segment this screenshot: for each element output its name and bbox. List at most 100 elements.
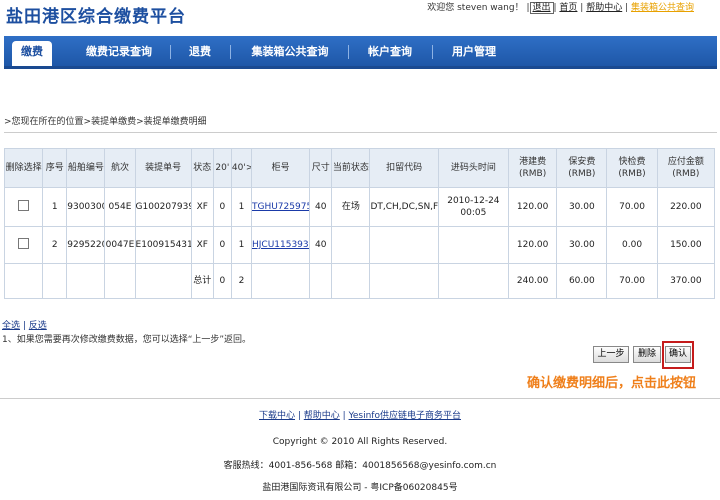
current-status-cell [331, 226, 371, 264]
site-logo: 盐田港区综合缴费平台 [6, 7, 186, 27]
status-cell: XF [190, 187, 214, 227]
delete-select-cell [3, 226, 44, 264]
container-cell: HJCU1153938 [250, 226, 311, 264]
selection-links: 全选 | 反选 [2, 321, 47, 331]
gate-in-time-cell: 2010-12-24 00:05 [437, 187, 510, 227]
previous-step-button[interactable]: 上一步 [593, 346, 629, 363]
download-center-link[interactable]: 下载中心 [259, 411, 295, 421]
top-bar: 盐田港区综合缴费平台 欢迎您 steven wang！ | 退出 | 首页 | 帮助… [0, 0, 720, 34]
col-header: 20' [212, 148, 232, 188]
note-text: 1、如果您需要再次修改缴费数据，您可以选择“上一步”返回。 [2, 335, 252, 345]
seq-cell: 2 [42, 226, 68, 264]
port-fee-cell: 120.00 [508, 226, 558, 264]
col-header: 航次 [104, 148, 136, 188]
col-header: 装提单号 [134, 148, 192, 188]
nav-divider [348, 45, 349, 59]
logout-link[interactable]: 退出 [529, 2, 554, 14]
username: steven wang！ [457, 3, 524, 13]
total-c20: 0 [212, 263, 232, 299]
voyage-cell: 0047E [104, 226, 136, 264]
select-all-link[interactable]: 全选 [2, 321, 20, 331]
row-checkbox[interactable] [18, 237, 30, 249]
amount-due-cell: 150.00 [656, 226, 716, 264]
nav-divider [230, 45, 231, 59]
help-link[interactable]: 帮助中心 [586, 3, 622, 13]
security-fee-cell: 30.00 [556, 187, 608, 227]
total-label: 总计 [190, 263, 214, 299]
footer-divider [0, 398, 720, 399]
hotline: 客服热线：4001-856-568 邮箱：4001856568@yesinfo.… [223, 461, 497, 471]
nav-divider [432, 45, 433, 59]
inspection-fee-cell: 0.00 [606, 226, 658, 264]
company-info: 盐田港国际资讯有限公司 - 粤ICP备06020845号 [262, 483, 458, 493]
current-status-cell: 在场 [331, 187, 371, 227]
row-checkbox[interactable] [18, 199, 30, 211]
col-header: 柜号 [250, 148, 311, 188]
delete-button[interactable]: 删除 [633, 346, 661, 363]
welcome-text: 欢迎您 [427, 3, 455, 13]
inspection-fee-cell: 70.00 [606, 187, 658, 227]
hold-code-cell: DT,CH,DC,SN,FC [369, 187, 439, 227]
footer-links: 下载中心 | 帮助中心 | Yesinfo供应链电子商务平台 [259, 411, 461, 421]
col-header: 删除选择 [3, 148, 44, 188]
delete-select-cell [3, 187, 44, 227]
col-header: 快检费(RMB) [606, 148, 658, 188]
table-row: 1 9300300 054E G1002079397 XF 0 1 TGHU72… [3, 187, 716, 227]
bl-cell: G1002079397 [134, 187, 192, 227]
c40-cell: 1 [230, 187, 252, 227]
col-header: 状态 [190, 148, 214, 188]
c40-cell: 1 [230, 226, 252, 264]
table-row: 2 9295220 0047E E1009154310 XF 0 1 HJCU1… [3, 226, 716, 264]
security-fee-cell: 30.00 [556, 226, 608, 264]
total-inspection-fee: 70.00 [606, 263, 658, 299]
tab-user-management[interactable]: 用户管理 [442, 41, 506, 63]
col-header: 船舶编号 [66, 148, 106, 188]
container-query-link[interactable]: 集装箱公共查询 [631, 3, 694, 13]
container-link[interactable]: TGHU7259752 [252, 202, 308, 212]
col-header: 40'> [230, 148, 252, 188]
tab-payment[interactable]: 缴费 [12, 41, 52, 66]
col-header: 尺寸 [309, 148, 333, 188]
seq-cell: 1 [42, 187, 68, 227]
yesinfo-link[interactable]: Yesinfo供应链电子商务平台 [349, 411, 461, 421]
total-amount-due: 370.00 [656, 263, 716, 299]
footer-help-link[interactable]: 帮助中心 [304, 411, 340, 421]
hold-code-cell [369, 226, 439, 264]
ship-cell: 9295220 [66, 226, 106, 264]
copyright: Copyright © 2010 All Rights Reserved. [272, 437, 448, 447]
col-header: 港建费(RMB) [508, 148, 558, 188]
c20-cell: 0 [212, 187, 232, 227]
divider [4, 132, 717, 133]
total-row: 总计 0 2 240.00 60.00 70.00 370.00 [3, 263, 716, 299]
size-cell: 40 [309, 187, 333, 227]
status-cell: XF [190, 226, 214, 264]
nav-divider [170, 45, 171, 59]
tab-payment-records[interactable]: 缴费记录查询 [76, 41, 162, 63]
col-header: 扣留代码 [369, 148, 439, 188]
tab-account-query[interactable]: 帐户查询 [358, 41, 422, 63]
table-header-row: 删除选择 序号 船舶编号 航次 装提单号 状态 20' 40'> 柜号 尺寸 当… [3, 148, 716, 188]
tab-container-query[interactable]: 集装箱公共查询 [240, 41, 340, 63]
fee-detail-table: 删除选择 序号 船舶编号 航次 装提单号 状态 20' 40'> 柜号 尺寸 当… [3, 148, 716, 299]
confirm-button[interactable]: 确认 [665, 346, 691, 363]
port-fee-cell: 120.00 [508, 187, 558, 227]
col-header: 保安费(RMB) [556, 148, 608, 188]
total-port-fee: 240.00 [508, 263, 558, 299]
tab-refund[interactable]: 退费 [180, 41, 220, 63]
breadcrumb: >您现在所在的位置>装提单缴费>装提单缴费明细 [4, 117, 207, 127]
container-link[interactable]: HJCU1153938 [252, 240, 308, 250]
home-link[interactable]: 首页 [559, 3, 577, 13]
container-cell: TGHU7259752 [250, 187, 311, 227]
col-header: 序号 [42, 148, 68, 188]
gate-in-time-cell [437, 226, 510, 264]
invert-selection-link[interactable]: 反选 [29, 321, 47, 331]
c20-cell: 0 [212, 226, 232, 264]
col-header: 进码头时间 [437, 148, 510, 188]
col-header: 应付金额(RMB) [656, 148, 716, 188]
size-cell: 40 [309, 226, 333, 264]
total-security-fee: 60.00 [556, 263, 608, 299]
col-header: 当前状态 [331, 148, 371, 188]
bl-cell: E1009154310 [134, 226, 192, 264]
main-nav: 缴费 缴费记录查询 退费 集装箱公共查询 帐户查询 用户管理 [4, 36, 717, 69]
confirm-hint: 确认缴费明细后，点击此按钮 [527, 376, 697, 391]
